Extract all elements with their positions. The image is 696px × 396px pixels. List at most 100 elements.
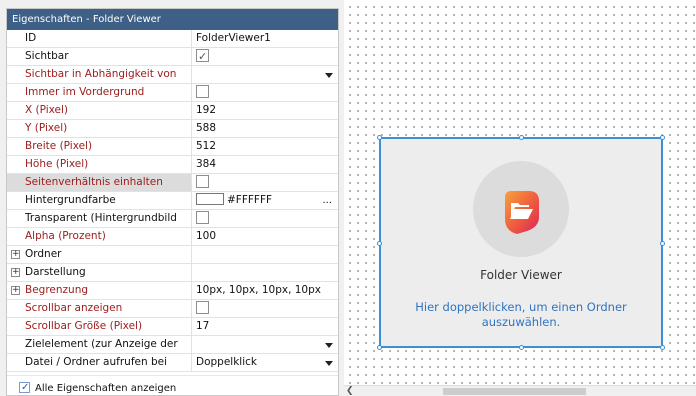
property-value[interactable]: FolderViewer1 [191,30,338,47]
property-value[interactable]: 588 [191,120,338,137]
resize-handle-bottom-right[interactable] [660,345,665,350]
property-name: Scrollbar anzeigen [25,302,123,314]
color-value: #FFFFFF [227,194,273,206]
property-value[interactable] [191,300,338,317]
horizontal-scrollbar[interactable]: ❮ [344,385,696,396]
property-checkbox[interactable] [196,174,209,188]
widget-icon-background [473,161,569,257]
property-value-text: 384 [196,158,217,170]
property-row[interactable]: Transparent (Hintergrundbild [7,210,338,228]
plus-icon[interactable]: + [11,268,20,277]
properties-panel: Eigenschaften - Folder Viewer ID FolderVi… [6,8,339,396]
property-row[interactable]: Immer im Vordergrund [7,84,338,102]
property-value[interactable]: 512 [191,138,338,155]
property-checkbox[interactable] [196,210,209,224]
property-name: Begrenzung [25,284,89,296]
property-row[interactable]: Höhe (Pixel) 384 [7,156,338,174]
property-row[interactable]: Y (Pixel) 588 [7,120,338,138]
property-value[interactable] [191,246,338,263]
plus-icon[interactable]: + [11,286,20,295]
property-row[interactable]: ID FolderViewer1 [7,30,338,48]
chevron-down-icon[interactable] [325,343,333,348]
property-value[interactable] [191,264,338,281]
property-name: ID [25,32,37,44]
property-value[interactable]: Doppelklick [191,354,338,371]
property-name: X (Pixel) [25,104,69,116]
property-row[interactable]: Hintergrundfarbe #FFFFFF... [7,192,338,210]
property-row[interactable]: Zielelement (zur Anzeige der [7,336,338,354]
property-value[interactable] [191,336,338,353]
property-name: Sichtbar [25,50,69,62]
chevron-down-icon[interactable] [325,73,333,78]
property-name: Alpha (Prozent) [25,230,106,242]
property-row[interactable]: + Ordner [7,246,338,264]
property-value-text: 10px, 10px, 10px, 10px [196,284,321,296]
show-all-label: Alle Eigenschaften anzeigen [35,383,177,394]
property-name: Darstellung [25,266,86,278]
property-value[interactable]: 100 [191,228,338,245]
property-value[interactable]: 192 [191,102,338,119]
property-value[interactable] [191,48,338,65]
property-name: Ordner [25,248,62,260]
property-name: Scrollbar Größe (Pixel) [25,320,143,332]
resize-handle-top-right[interactable] [660,135,665,140]
property-name: Zielelement (zur Anzeige der [25,338,178,350]
property-row[interactable]: Sichtbar [7,48,338,66]
property-value-text: 192 [196,104,217,116]
property-name: Sichtbar in Abhängigkeit von [25,68,177,80]
property-value-text: Doppelklick [196,356,257,368]
property-row[interactable]: + Darstellung [7,264,338,282]
arrow-left-icon[interactable]: ❮ [346,386,354,396]
property-row[interactable]: Sichtbar in Abhängigkeit von [7,66,338,84]
resize-handle-bottom[interactable] [519,345,524,350]
plus-icon[interactable]: + [11,250,20,259]
widget-title: Folder Viewer [480,268,562,282]
property-value[interactable]: 384 [191,156,338,173]
resize-handle-right[interactable] [660,241,665,246]
property-row[interactable]: Seitenverhältnis einhalten [7,174,338,192]
property-grid: ID FolderViewer1 Sichtbar Sichtbar in Abhän… [7,30,338,372]
resize-handle-top[interactable] [519,135,524,140]
property-name: Transparent (Hintergrundbild [25,212,177,224]
property-row[interactable]: Scrollbar Größe (Pixel) 17 [7,318,338,336]
property-row[interactable]: Breite (Pixel) 512 [7,138,338,156]
show-all-checkbox[interactable] [19,381,30,395]
property-row[interactable]: Datei / Ordner aufrufen bei Doppelklick [7,354,338,372]
property-value[interactable] [191,84,338,101]
color-swatch[interactable] [196,193,224,205]
scrollbar-thumb[interactable] [443,388,586,395]
property-name: Datei / Ordner aufrufen bei [25,356,168,368]
property-value-text: 17 [196,320,210,332]
property-value[interactable] [191,66,338,83]
folder-open-icon [505,191,539,234]
property-value[interactable]: 17 [191,318,338,335]
property-row[interactable]: Alpha (Prozent) 100 [7,228,338,246]
property-value[interactable]: 10px, 10px, 10px, 10px [191,282,338,299]
property-name: Seitenverhältnis einhalten [25,176,163,188]
property-name: Immer im Vordergrund [25,86,145,98]
divider [7,375,338,376]
property-value[interactable] [191,210,338,227]
property-name: Hintergrundfarbe [25,194,116,206]
property-value-text: FolderViewer1 [196,32,271,44]
property-value-text: 512 [196,140,217,152]
property-value[interactable]: #FFFFFF... [191,192,338,209]
folder-viewer-widget[interactable]: Folder Viewer Hier doppelklicken, um ein… [377,135,665,350]
property-row[interactable]: Scrollbar anzeigen [7,300,338,318]
panel-title: Eigenschaften - Folder Viewer [7,9,338,30]
property-name: Breite (Pixel) [25,140,93,152]
property-row[interactable]: X (Pixel) 192 [7,102,338,120]
property-value-text: 100 [196,230,217,242]
property-row[interactable]: + Begrenzung 10px, 10px, 10px, 10px [7,282,338,300]
property-checkbox[interactable] [196,300,209,314]
show-all-properties-toggle[interactable]: Alle Eigenschaften anzeigen [19,381,177,396]
property-checkbox[interactable] [196,48,209,65]
resize-handle-left[interactable] [377,241,382,246]
resize-handle-top-left[interactable] [377,135,382,140]
property-checkbox[interactable] [196,84,209,98]
property-value[interactable] [191,174,338,191]
ellipsis-button[interactable]: ... [322,192,332,209]
chevron-down-icon[interactable] [325,361,333,366]
resize-handle-bottom-left[interactable] [377,345,382,350]
widget-hint-text: Hier doppelklicken, um einen Ordner ausz… [415,300,627,329]
